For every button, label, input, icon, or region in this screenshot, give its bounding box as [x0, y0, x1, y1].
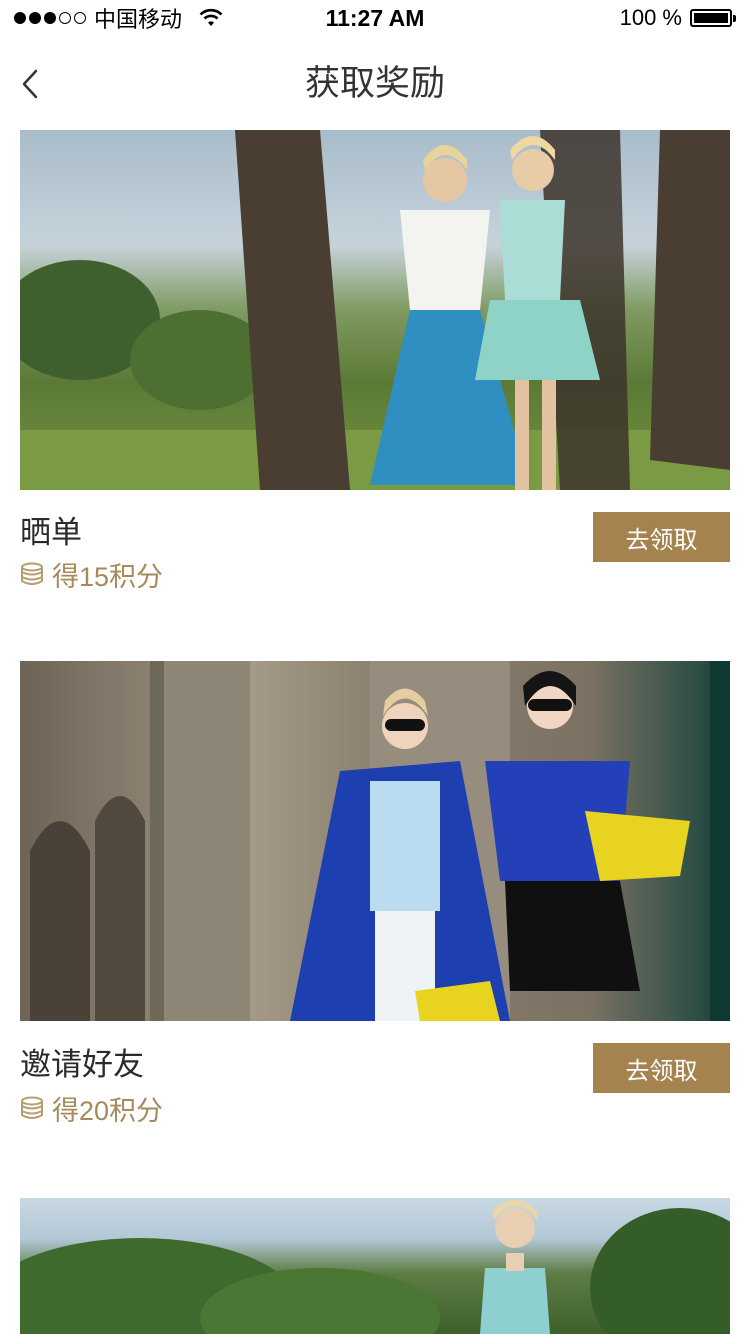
reward-3-banner-image[interactable] — [20, 1198, 730, 1334]
reward-points: 得20积分 — [20, 1089, 163, 1128]
reward-card-invite-friends: 邀请好友 得20积分 去领取 — [20, 661, 730, 1131]
status-bar: 中国移动 11:27 AM 100 % — [0, 0, 750, 36]
claim-button[interactable]: 去领取 — [593, 512, 730, 562]
status-left: 中国移动 — [0, 2, 224, 34]
reward-card-3 — [20, 1198, 730, 1334]
reward-title: 邀请好友 — [20, 1047, 144, 1082]
nav-bar: 获取奖励 — [0, 40, 750, 128]
signal-strength-icon — [14, 12, 86, 24]
status-right: 100 % — [620, 5, 750, 31]
reward-points-text: 得15积分 — [52, 562, 164, 592]
reward-title: 晒单 — [20, 515, 82, 550]
share-order-banner-image[interactable] — [20, 130, 730, 490]
carrier-name: 中国移动 — [94, 7, 183, 32]
reward-points: 得15积分 — [20, 555, 163, 594]
battery-icon — [690, 9, 736, 27]
wifi-icon — [199, 8, 223, 26]
reward-card-share-order: 晒单 得15积分 去领取 — [20, 130, 730, 600]
reward-points-text: 得20积分 — [52, 1096, 164, 1126]
claim-button[interactable]: 去领取 — [593, 1043, 730, 1093]
invite-friends-banner-image[interactable] — [20, 661, 730, 1021]
coins-icon — [21, 562, 43, 585]
coins-icon — [21, 1096, 43, 1119]
page-title: 获取奖励 — [304, 64, 445, 103]
battery-percent: 100 % — [619, 5, 682, 30]
